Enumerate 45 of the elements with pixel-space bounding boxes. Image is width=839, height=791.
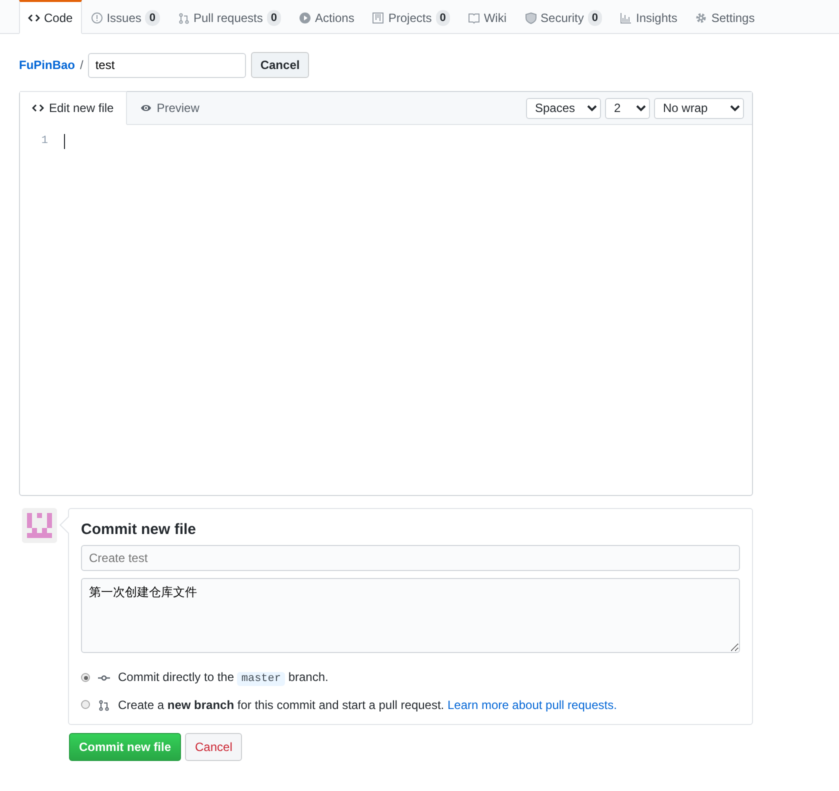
repo-tab[interactable]: Code [19,0,82,34]
counter: 0 [588,10,602,26]
commit-option-label: Create a new branch for this commit and start a pull request. Learn more about pull requests. [118,696,617,714]
editor-option-select[interactable]: No wrap [654,98,744,118]
code-icon [28,12,40,24]
shield-icon [524,12,537,24]
eye-icon [140,102,152,114]
board-icon [372,12,384,24]
play-icon [299,12,311,24]
radio-button[interactable] [81,673,90,682]
commit-summary-field[interactable]: Create test [81,545,740,571]
repo-tab[interactable]: Settings [686,0,764,34]
repo-tab[interactable]: Actions [290,0,364,34]
issue-icon [90,12,103,24]
repo-tab[interactable]: Issues 0 [82,0,168,34]
commit-option-label: Commit directly to the master branch. [118,669,328,688]
cancel-button[interactable]: Cancel [185,732,242,760]
book-icon [468,12,480,24]
text-cursor [64,134,65,149]
counter: 0 [266,10,281,26]
pull-request-icon [98,698,110,710]
commit-title: Commit new file [81,521,198,539]
editor-tab[interactable]: Preview [126,91,212,125]
line-number: 1 [40,134,48,149]
editor-option-select[interactable]: Spaces [526,98,601,118]
repo-link[interactable]: FuPinBao [19,56,75,74]
filename-field[interactable]: test [88,52,246,78]
pull-request-icon [178,12,190,24]
path-separator: / [80,57,84,74]
code-icon [32,102,44,114]
radio-button[interactable] [81,700,90,709]
repo-tab[interactable]: Pull requests 0 [168,0,290,34]
gear-icon [695,12,708,24]
editor-option-select[interactable]: 2 [605,98,650,118]
editor-tab[interactable]: Edit new file [20,91,127,125]
learn-more-link[interactable]: Learn more about pull requests. [447,698,617,712]
repo-tab[interactable]: Wiki [458,0,516,34]
cancel-button[interactable]: Cancel [251,52,309,78]
repo-tab[interactable]: Security 0 [516,0,611,34]
counter: 0 [436,10,450,26]
commit-description-field[interactable]: 第一次创建仓库文件 [81,578,740,653]
counter: 0 [145,10,160,26]
bar-chart-icon [620,12,632,24]
repo-tab[interactable]: Insights [611,0,686,34]
repo-tab[interactable]: Projects 0 [363,0,459,34]
